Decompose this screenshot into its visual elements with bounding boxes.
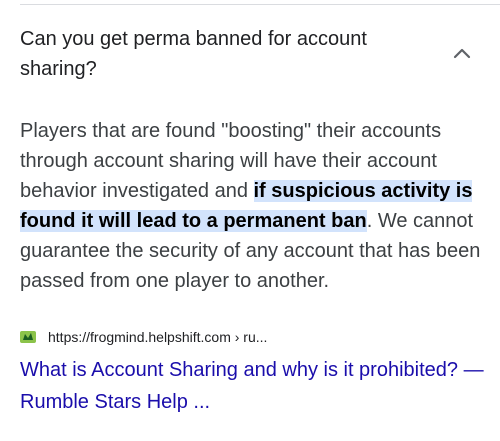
rumble-stars-favicon-icon bbox=[20, 331, 36, 343]
faq-question-text: Can you get perma banned for account sha… bbox=[20, 28, 367, 80]
chevron-up-icon[interactable] bbox=[452, 44, 472, 64]
top-divider bbox=[20, 4, 500, 5]
faq-answer: Players that are found "boosting" their … bbox=[20, 116, 485, 296]
result-link[interactable]: What is Account Sharing and why is it pr… bbox=[20, 354, 485, 418]
source-row[interactable]: https://frogmind.helpshift.com › ru... bbox=[20, 326, 480, 348]
faq-question-toggle[interactable]: Can you get perma banned for account sha… bbox=[20, 24, 480, 88]
source-url[interactable]: https://frogmind.helpshift.com › ru... bbox=[48, 329, 267, 345]
